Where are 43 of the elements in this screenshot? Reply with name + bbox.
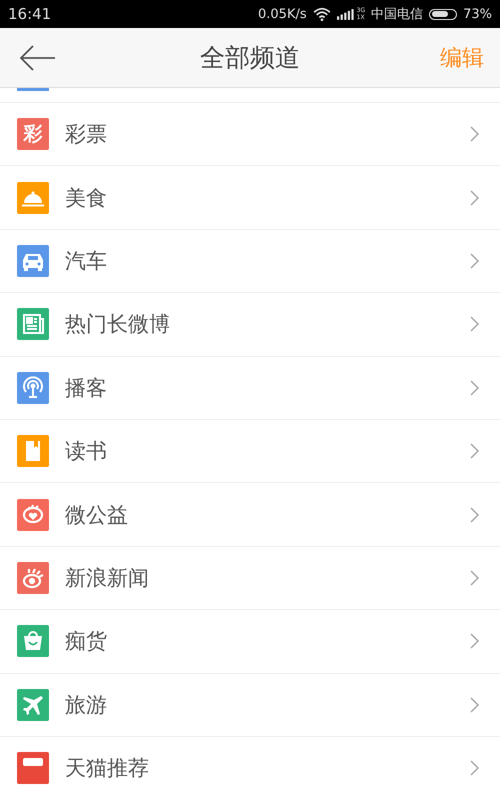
channel-item[interactable]: 读书 [0, 420, 500, 484]
wifi-icon [312, 7, 331, 21]
channel-label: 新浪新闻 [65, 564, 150, 592]
channel-item[interactable]: 播客 [0, 356, 500, 420]
chevron-right-icon [470, 506, 480, 523]
channel-icon: 彩 [17, 118, 49, 150]
channel-label: 播客 [65, 374, 108, 402]
battery-icon [429, 8, 458, 20]
chevron-right-icon [470, 252, 480, 269]
back-button[interactable] [20, 44, 56, 70]
channel-label: 旅游 [65, 692, 108, 719]
channel-label: 微公益 [65, 502, 129, 529]
channel-label: 热门长微博 [65, 311, 171, 338]
chevron-right-icon [470, 696, 480, 713]
chevron-right-icon [470, 633, 480, 650]
chevron-right-icon [470, 380, 480, 396]
chevron-right-icon [470, 126, 480, 142]
carrier-name: 中国电信 [371, 6, 424, 23]
signal-icon [336, 8, 355, 20]
channel-item[interactable]: 美食 [0, 166, 500, 230]
channel-item[interactable]: 微公益 [0, 483, 500, 547]
chevron-right-icon [470, 760, 480, 776]
channel-label: 天猫推荐 [65, 755, 150, 782]
channel-item[interactable]: 彩 彩票 [0, 103, 500, 166]
channel-label: 彩票 [65, 121, 108, 148]
channel-label: 读书 [65, 438, 108, 466]
channel-label: 美食 [65, 184, 108, 212]
channel-item[interactable]: 痴货 [0, 610, 500, 674]
network-speed: 0.05K/s [258, 6, 307, 22]
channel-label: 痴货 [65, 628, 108, 656]
channel-item[interactable]: 天猫推荐 [0, 736, 500, 790]
channel-item[interactable]: 新浪新闻 [0, 546, 500, 610]
chevron-right-icon [470, 190, 480, 206]
channel-item[interactable]: 热门长微博 [0, 293, 500, 357]
channel-item[interactable]: 旅游 [0, 674, 500, 737]
chevron-right-icon [470, 570, 480, 586]
chevron-right-icon [470, 443, 480, 460]
battery-percent: 73% [463, 6, 492, 22]
chevron-right-icon [470, 316, 480, 332]
clock-time: 16:41 [8, 5, 52, 23]
page-title: 全部频道 [200, 42, 300, 74]
channel-label: 汽车 [65, 248, 108, 275]
channel-item[interactable]: 汽车 [0, 230, 500, 294]
